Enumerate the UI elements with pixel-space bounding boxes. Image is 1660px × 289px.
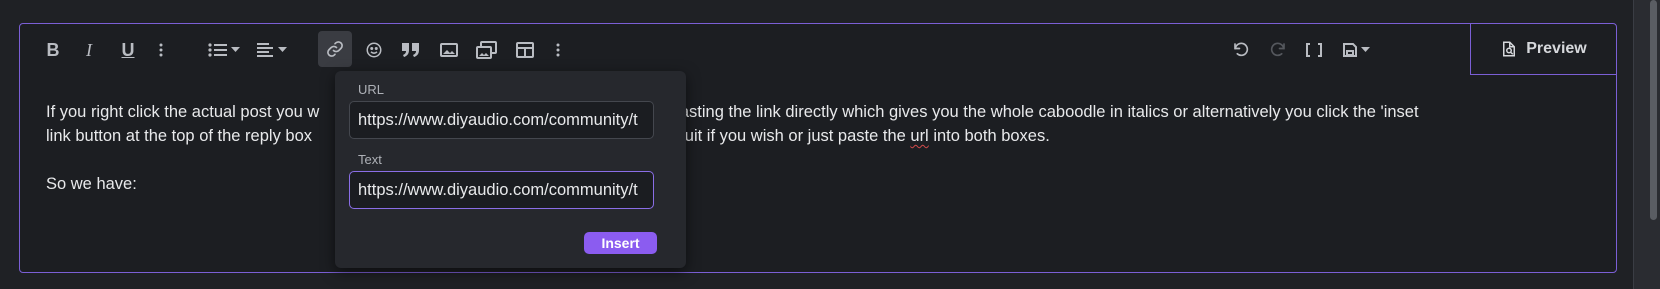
more-insert-options-icon (556, 43, 560, 57)
bold-icon: B (46, 39, 60, 60)
media-icon (476, 41, 497, 59)
undo-icon (1234, 42, 1249, 57)
table-icon (516, 42, 534, 58)
paragraph: If you right click the actual post you w… (46, 100, 1596, 148)
misspelled-word[interactable]: url (910, 127, 928, 145)
text-segment: link button at the top of the reply box (46, 127, 313, 145)
underline-icon: U (121, 39, 135, 60)
image-icon (440, 43, 458, 57)
smilie-icon (366, 42, 382, 58)
bbcode-toggle-icon (1306, 43, 1322, 57)
link-button[interactable] (318, 31, 352, 67)
text-segment: If you right click the actual post you w (46, 103, 320, 121)
text-label: Text (358, 152, 382, 167)
more-text-options-icon (159, 43, 163, 57)
scrollbar-thumb[interactable] (1650, 0, 1657, 220)
chevron-down-icon (231, 47, 240, 52)
quote-icon (402, 43, 419, 57)
text-segment: into both boxes. (928, 127, 1050, 145)
smilie-button[interactable] (363, 37, 385, 63)
align-button[interactable] (254, 37, 290, 63)
editor-content[interactable]: If you right click the actual post you w… (46, 100, 1596, 196)
drafts-button[interactable] (1338, 37, 1374, 63)
redo-button[interactable] (1267, 37, 1289, 63)
image-button[interactable] (438, 37, 460, 63)
list-button[interactable] (206, 37, 242, 63)
chevron-down-icon (278, 47, 287, 52)
quote-button[interactable] (399, 37, 423, 63)
bbcode-toggle-button[interactable] (1303, 37, 1325, 63)
align-icon (257, 43, 273, 57)
paragraph: So we have: (46, 175, 137, 193)
text-segment: t to suit if you wish or just paste the (649, 127, 911, 145)
preview-label: Preview (1526, 39, 1587, 57)
media-button[interactable] (474, 37, 500, 63)
redo-icon (1270, 42, 1285, 57)
chevron-down-icon (1361, 47, 1370, 52)
italic-button[interactable]: I (78, 37, 100, 63)
table-button[interactable] (514, 37, 536, 63)
insert-button[interactable]: Insert (584, 232, 657, 254)
text-input[interactable] (349, 171, 654, 209)
bold-button[interactable]: B (42, 37, 64, 63)
list-icon (208, 43, 227, 57)
url-label: URL (358, 82, 385, 97)
editor-toolbar: B I U Preview (20, 23, 1616, 75)
scrollbar[interactable] (1646, 0, 1660, 289)
italic-icon: I (86, 39, 92, 60)
more-insert-options-button[interactable] (551, 37, 565, 63)
more-text-options-button[interactable] (154, 37, 168, 63)
preview-icon (1503, 41, 1516, 56)
undo-button[interactable] (1230, 37, 1252, 63)
preview-button[interactable]: Preview (1470, 23, 1616, 75)
url-input[interactable] (349, 101, 654, 139)
rich-text-editor[interactable]: B I U Preview If you right click the act… (19, 23, 1617, 273)
insert-link-popup: URL Text Insert (335, 71, 686, 268)
text-segment: a choice of pasting the link directly wh… (586, 103, 1419, 121)
link-icon (327, 41, 343, 57)
drafts-icon (1343, 43, 1357, 57)
underline-button[interactable]: U (117, 37, 139, 63)
